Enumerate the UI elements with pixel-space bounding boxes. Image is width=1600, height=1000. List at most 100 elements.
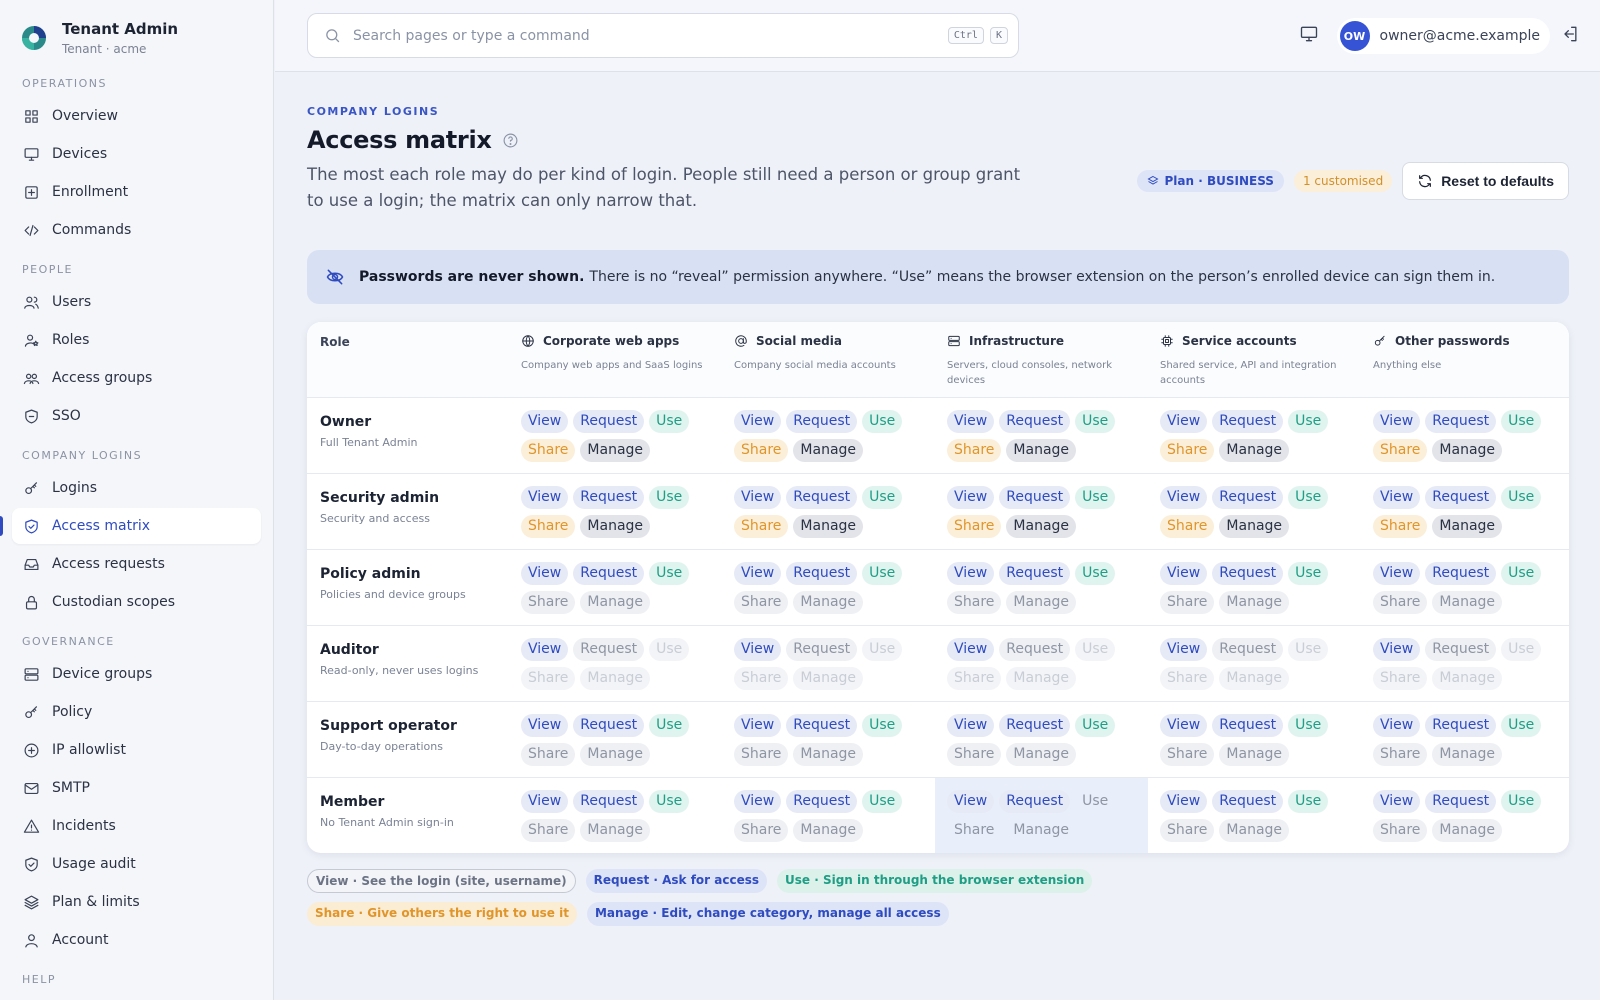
brand[interactable]: Tenant Admin Tenant · acme: [0, 0, 273, 62]
permission-view-toggle[interactable]: View: [734, 638, 782, 661]
permission-view-toggle[interactable]: View: [521, 638, 569, 661]
permission-manage-toggle[interactable]: Manage: [1006, 591, 1077, 614]
sidebar-item-enrollment[interactable]: Enrollment: [12, 174, 261, 210]
permission-share-toggle[interactable]: Share: [947, 515, 1002, 538]
search-box[interactable]: Ctrl K: [307, 13, 1019, 58]
permission-request-toggle[interactable]: Request: [1212, 714, 1284, 737]
permission-use-toggle[interactable]: Use: [649, 486, 690, 509]
permission-use-toggle[interactable]: Use: [1075, 790, 1115, 813]
permission-request-toggle[interactable]: Request: [786, 714, 858, 737]
sidebar-item-device-groups[interactable]: Device groups: [12, 656, 261, 692]
permission-request-toggle[interactable]: Request: [573, 790, 645, 813]
permission-use-toggle[interactable]: Use: [1501, 410, 1542, 433]
permission-use-toggle[interactable]: Use: [1288, 410, 1329, 433]
permission-request-toggle[interactable]: Request: [999, 486, 1071, 509]
permission-share-toggle[interactable]: Share: [1373, 439, 1428, 462]
permission-request-toggle[interactable]: Request: [573, 562, 645, 585]
sidebar-item-access-matrix[interactable]: Access matrix: [0, 508, 261, 544]
permission-view-toggle[interactable]: View: [1160, 410, 1208, 433]
permission-request-toggle[interactable]: Request: [573, 714, 645, 737]
help-circle-icon[interactable]: [502, 132, 519, 149]
permission-request-toggle[interactable]: Request: [1212, 486, 1284, 509]
permission-manage-toggle[interactable]: Manage: [1006, 743, 1077, 766]
permission-share-toggle[interactable]: Share: [521, 819, 576, 842]
permission-manage-toggle[interactable]: Manage: [580, 591, 651, 614]
permission-request-toggle[interactable]: Request: [786, 790, 858, 813]
permission-request-toggle[interactable]: Request: [999, 790, 1071, 813]
logout-icon[interactable]: [1560, 24, 1580, 48]
permission-use-toggle[interactable]: Use: [1075, 714, 1116, 737]
permission-request-toggle[interactable]: Request: [1425, 638, 1497, 661]
permission-manage-toggle[interactable]: Manage: [793, 439, 864, 462]
permission-request-toggle[interactable]: Request: [1425, 486, 1497, 509]
permission-view-toggle[interactable]: View: [734, 562, 782, 585]
permission-use-toggle[interactable]: Use: [649, 410, 690, 433]
sidebar-item-policy[interactable]: Policy: [12, 694, 261, 730]
permission-view-toggle[interactable]: View: [521, 410, 569, 433]
permission-manage-toggle[interactable]: Manage: [1219, 439, 1290, 462]
permission-view-toggle[interactable]: View: [947, 714, 995, 737]
permission-request-toggle[interactable]: Request: [999, 562, 1071, 585]
permission-use-toggle[interactable]: Use: [1075, 486, 1116, 509]
permission-manage-toggle[interactable]: Manage: [1006, 515, 1077, 538]
permission-view-toggle[interactable]: View: [947, 790, 995, 813]
permission-request-toggle[interactable]: Request: [1212, 638, 1284, 661]
permission-request-toggle[interactable]: Request: [999, 410, 1071, 433]
permission-use-toggle[interactable]: Use: [862, 562, 903, 585]
sidebar-item-roles[interactable]: Roles: [12, 322, 261, 358]
permission-manage-toggle[interactable]: Manage: [1432, 743, 1503, 766]
reset-to-defaults-button[interactable]: Reset to defaults: [1402, 162, 1569, 200]
sidebar-item-incidents[interactable]: Incidents: [12, 808, 261, 844]
permission-use-toggle[interactable]: Use: [862, 790, 903, 813]
permission-share-toggle[interactable]: Share: [734, 515, 789, 538]
permission-view-toggle[interactable]: View: [521, 562, 569, 585]
permission-use-toggle[interactable]: Use: [1288, 790, 1329, 813]
permission-share-toggle[interactable]: Share: [947, 591, 1002, 614]
permission-share-toggle[interactable]: Share: [1160, 591, 1215, 614]
permission-use-toggle[interactable]: Use: [1288, 486, 1329, 509]
permission-manage-toggle[interactable]: Manage: [580, 743, 651, 766]
permission-share-toggle[interactable]: Share: [1373, 819, 1428, 842]
permission-use-toggle[interactable]: Use: [1501, 562, 1542, 585]
permission-manage-toggle[interactable]: Manage: [793, 515, 864, 538]
permission-view-toggle[interactable]: View: [1160, 790, 1208, 813]
permission-request-toggle[interactable]: Request: [786, 638, 858, 661]
permission-request-toggle[interactable]: Request: [1425, 790, 1497, 813]
permission-share-toggle[interactable]: Share: [1160, 439, 1215, 462]
sidebar-item-plan-limits[interactable]: Plan & limits: [12, 884, 261, 920]
permission-manage-toggle[interactable]: Manage: [580, 819, 651, 842]
permission-use-toggle[interactable]: Use: [1075, 410, 1116, 433]
permission-share-toggle[interactable]: Share: [1373, 591, 1428, 614]
permission-use-toggle[interactable]: Use: [1501, 790, 1542, 813]
sidebar-item-smtp[interactable]: SMTP: [12, 770, 261, 806]
permission-view-toggle[interactable]: View: [734, 790, 782, 813]
permission-request-toggle[interactable]: Request: [1212, 790, 1284, 813]
permission-use-toggle[interactable]: Use: [862, 410, 903, 433]
permission-request-toggle[interactable]: Request: [786, 410, 858, 433]
permission-request-toggle[interactable]: Request: [573, 486, 645, 509]
permission-share-toggle[interactable]: Share: [1160, 515, 1215, 538]
permission-manage-toggle[interactable]: Manage: [1219, 743, 1290, 766]
sidebar-item-access-groups[interactable]: Access groups: [12, 360, 261, 396]
permission-use-toggle[interactable]: Use: [862, 486, 903, 509]
permission-use-toggle[interactable]: Use: [649, 714, 690, 737]
permission-share-toggle[interactable]: Share: [1373, 743, 1428, 766]
sidebar-item-account[interactable]: Account: [12, 922, 261, 958]
permission-view-toggle[interactable]: View: [1373, 410, 1421, 433]
permission-manage-toggle[interactable]: Manage: [580, 515, 651, 538]
permission-view-toggle[interactable]: View: [521, 486, 569, 509]
permission-manage-toggle[interactable]: Manage: [793, 743, 864, 766]
permission-request-toggle[interactable]: Request: [573, 638, 645, 661]
permission-request-toggle[interactable]: Request: [999, 638, 1071, 661]
permission-share-toggle[interactable]: Share: [1373, 515, 1428, 538]
permission-share-toggle[interactable]: Share: [734, 591, 789, 614]
permission-manage-toggle[interactable]: Manage: [1432, 439, 1503, 462]
permission-view-toggle[interactable]: View: [947, 410, 995, 433]
permission-use-toggle[interactable]: Use: [1288, 562, 1329, 585]
permission-share-toggle[interactable]: Share: [734, 743, 789, 766]
permission-request-toggle[interactable]: Request: [1212, 410, 1284, 433]
permission-view-toggle[interactable]: View: [734, 486, 782, 509]
permission-manage-toggle[interactable]: Manage: [1219, 515, 1290, 538]
permission-view-toggle[interactable]: View: [521, 714, 569, 737]
sidebar-item-users[interactable]: Users: [12, 284, 261, 320]
